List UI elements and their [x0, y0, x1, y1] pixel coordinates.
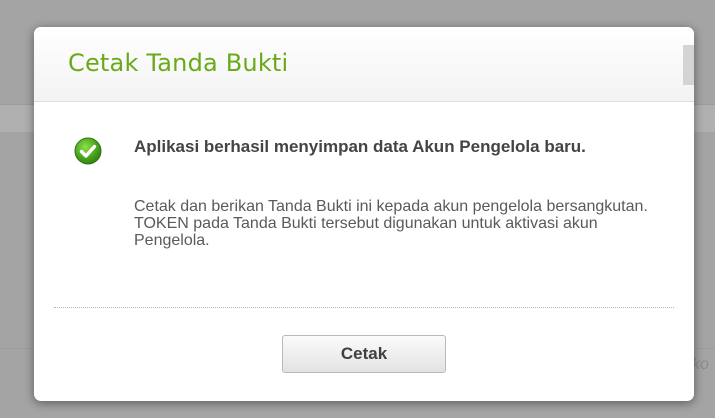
check-circle-icon	[74, 137, 102, 165]
message-line: TOKEN pada Tanda Bukti tersebut digunaka…	[134, 215, 598, 249]
print-receipt-dialog: Cetak Tanda Bukti Aplikasi berhasil meny…	[34, 27, 694, 401]
dialog-title: Cetak Tanda Bukti	[68, 49, 289, 77]
success-message-title: Aplikasi berhasil menyimpan data Akun Pe…	[134, 137, 586, 156]
print-button[interactable]: Cetak	[282, 335, 446, 373]
dialog-header: Cetak Tanda Bukti	[34, 27, 694, 102]
header-scrollbar[interactable]	[683, 45, 694, 85]
dialog-divider	[54, 307, 674, 308]
message-line: Cetak dan berikan Tanda Bukti ini kepada…	[134, 198, 648, 215]
background-text: ko	[692, 356, 709, 373]
success-message-body: Cetak dan berikan Tanda Bukti ini kepada…	[134, 198, 654, 249]
